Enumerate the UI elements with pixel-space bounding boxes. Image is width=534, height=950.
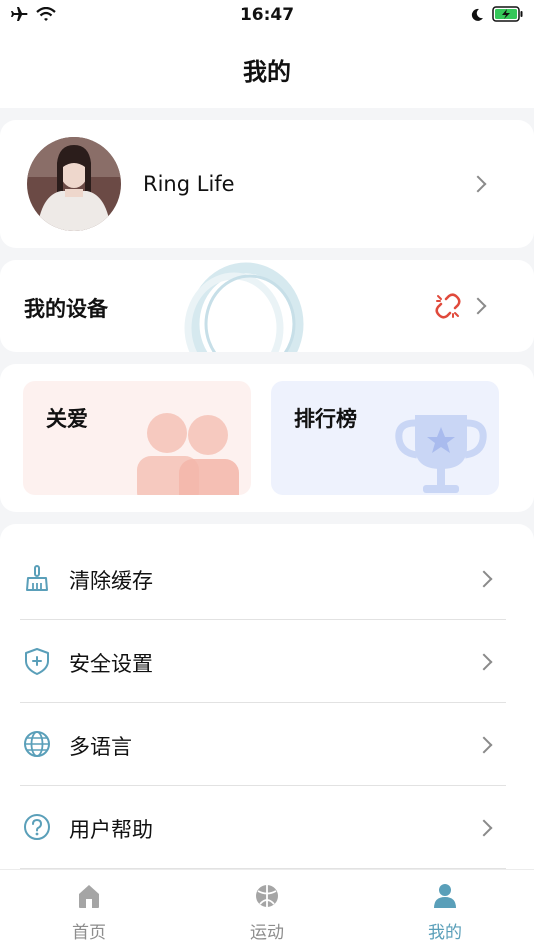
chevron-right-icon (469, 297, 487, 315)
tab-sport[interactable]: 运动 (178, 870, 356, 950)
menu-item-label: 安全设置 (69, 652, 153, 676)
battery-icon (492, 6, 524, 26)
question-circle-icon (24, 814, 50, 840)
care-label: 关爱 (46, 407, 88, 431)
broom-icon (26, 565, 48, 591)
globe-icon (24, 731, 50, 757)
people-icon (137, 413, 239, 495)
tab-mine[interactable]: 我的 (356, 870, 534, 950)
feature-tiles: 关爱 排行榜 (0, 364, 534, 512)
chevron-right-icon (475, 736, 493, 754)
device-label: 我的设备 (24, 297, 108, 321)
shield-plus-icon (25, 648, 49, 675)
status-bar: 16:47 (0, 0, 534, 30)
menu-item-language[interactable]: 多语言 (0, 703, 534, 786)
avatar[interactable] (27, 137, 121, 231)
ball-icon (256, 885, 278, 907)
menu-item-label: 清除缓存 (69, 569, 153, 593)
status-time: 16:47 (239, 5, 295, 25)
profile-card[interactable]: Ring Life (0, 120, 534, 248)
settings-menu: 清除缓存 安全设置 多语言 用户帮助 (0, 524, 534, 869)
menu-item-security[interactable]: 安全设置 (0, 620, 534, 703)
tab-label: 我的 (428, 923, 462, 943)
profile-name: Ring Life (143, 172, 235, 196)
device-card[interactable]: 我的设备 (0, 260, 534, 352)
menu-item-label: 多语言 (69, 735, 132, 759)
chevron-right-icon (475, 570, 493, 588)
tab-label: 首页 (72, 923, 106, 943)
tab-label: 运动 (250, 923, 284, 943)
page-header: 我的 (0, 30, 534, 108)
tab-bar: 首页 运动 我的 (0, 869, 534, 950)
ranking-tile[interactable]: 排行榜 (271, 381, 499, 495)
menu-item-label: 用户帮助 (69, 818, 153, 842)
moon-icon (470, 7, 484, 26)
menu-item-help[interactable]: 用户帮助 (0, 786, 534, 869)
chevron-right-icon (475, 819, 493, 837)
trophy-icon (395, 415, 487, 493)
tab-home[interactable]: 首页 (0, 870, 178, 950)
person-icon (434, 884, 456, 908)
menu-item-clear-cache[interactable]: 清除缓存 (0, 537, 534, 620)
chevron-right-icon (475, 653, 493, 671)
chevron-right-icon (469, 175, 487, 193)
ranking-label: 排行榜 (294, 407, 357, 431)
page-title: 我的 (243, 58, 291, 86)
care-tile[interactable]: 关爱 (23, 381, 251, 495)
ring-icon (184, 262, 304, 352)
home-icon (79, 885, 99, 908)
unlink-icon (435, 293, 461, 319)
